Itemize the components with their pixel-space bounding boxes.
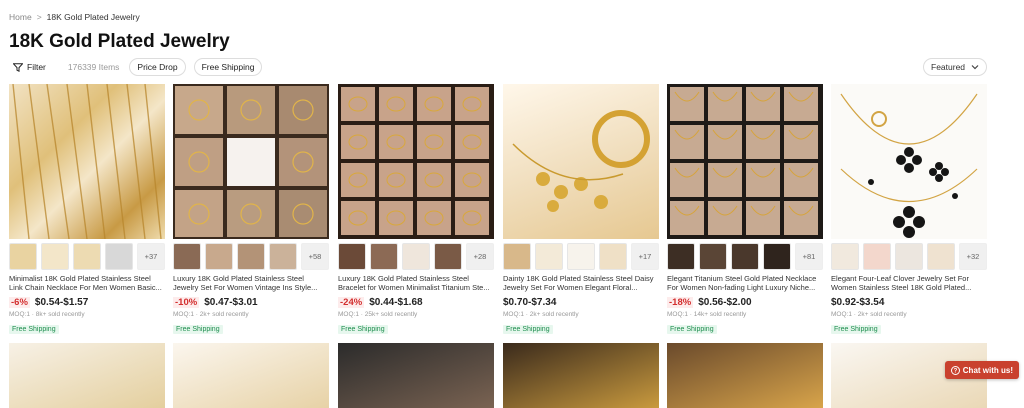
thumbnail[interactable]	[402, 243, 430, 270]
thumbnail[interactable]	[237, 243, 265, 270]
product-price: $0.54-$1.57	[34, 296, 89, 308]
breadcrumb: Home > 18K Gold Plated Jewelry	[9, 12, 140, 22]
product-price: $0.92-$3.54	[831, 296, 885, 308]
thumbnail[interactable]	[173, 243, 201, 270]
chevron-down-icon	[971, 65, 979, 70]
question-icon: ?	[950, 365, 960, 375]
breadcrumb-separator: >	[36, 12, 42, 22]
thumbnail[interactable]	[205, 243, 233, 270]
thumbnail[interactable]	[667, 243, 695, 270]
thumbnail[interactable]	[338, 243, 366, 270]
thumbnail[interactable]	[699, 243, 727, 270]
thumbnail[interactable]	[503, 243, 531, 270]
more-thumbnails[interactable]: +32	[959, 243, 987, 270]
product-title[interactable]: Luxury 18K Gold Plated Stainless Steel B…	[338, 274, 494, 292]
sort-label: Featured	[931, 62, 966, 72]
product-card[interactable]: +37 Minimalist 18K Gold Plated Stainless…	[9, 84, 165, 336]
thumbnail[interactable]	[927, 243, 955, 270]
thumbnail[interactable]	[763, 243, 791, 270]
breadcrumb-home[interactable]: Home	[9, 12, 32, 22]
product-card[interactable]	[667, 343, 823, 408]
product-price: $0.44-$1.68	[369, 296, 423, 308]
product-card[interactable]	[338, 343, 494, 408]
thumbnail[interactable]	[863, 243, 891, 270]
product-meta: MOQ:1 · 2k+ sold recently	[831, 311, 907, 318]
product-image[interactable]	[338, 84, 494, 239]
free-shipping-badge: Free Shipping	[173, 325, 223, 334]
product-meta: MOQ:1 · 25k+ sold recently	[338, 311, 418, 318]
product-image[interactable]	[667, 84, 823, 239]
filter-button[interactable]: Filter	[9, 58, 50, 76]
more-thumbnails[interactable]: +28	[466, 243, 494, 270]
thumbnail[interactable]	[434, 243, 462, 270]
product-price: $0.47-$3.01	[204, 296, 258, 308]
filter-bar: Filter 176339 Items Price Drop Free Ship…	[9, 58, 263, 76]
thumbnail[interactable]	[41, 243, 69, 270]
chat-button[interactable]: ? Chat with us!	[944, 361, 1019, 379]
thumbnail[interactable]	[9, 243, 37, 270]
product-card[interactable]: +32 Elegant Four-Leaf Clover Jewelry Set…	[831, 84, 987, 336]
more-thumbnails[interactable]: +81	[795, 243, 823, 270]
thumbnail[interactable]	[831, 243, 859, 270]
thumbnail[interactable]	[895, 243, 923, 270]
chat-label: Chat with us!	[962, 365, 1013, 375]
svg-text:?: ?	[953, 368, 957, 374]
free-shipping-badge: Free Shipping	[9, 325, 59, 334]
thumbnail[interactable]	[269, 243, 297, 270]
product-meta: MOQ:1 · 8k+ sold recently	[9, 311, 85, 318]
thumbnail[interactable]	[567, 243, 595, 270]
product-title[interactable]: Elegant Titanium Steel Gold Plated Neckl…	[667, 274, 823, 292]
thumbnail[interactable]	[370, 243, 398, 270]
product-card[interactable]: +58 Luxury 18K Gold Plated Stainless Ste…	[173, 84, 329, 336]
product-title[interactable]: Minimalist 18K Gold Plated Stainless Ste…	[9, 274, 165, 292]
product-title[interactable]: Elegant Four-Leaf Clover Jewelry Set For…	[831, 274, 987, 292]
breadcrumb-current: 18K Gold Plated Jewelry	[46, 12, 140, 22]
discount-badge: -6%	[9, 296, 30, 308]
chip-price-drop[interactable]: Price Drop	[129, 58, 186, 76]
free-shipping-badge: Free Shipping	[338, 325, 388, 334]
more-thumbnails[interactable]: +58	[301, 243, 329, 270]
product-title[interactable]: Luxury 18K Gold Plated Stainless Steel J…	[173, 274, 329, 292]
product-meta: MOQ:1 · 2k+ sold recently	[503, 311, 579, 318]
filter-label: Filter	[27, 62, 46, 72]
items-count: 176339 Items	[67, 62, 120, 72]
more-thumbnails[interactable]: +17	[631, 243, 659, 270]
product-price: $0.70-$7.34	[503, 296, 557, 308]
product-title[interactable]: Dainty 18K Gold Plated Stainless Steel D…	[503, 274, 659, 292]
thumbnail[interactable]	[599, 243, 627, 270]
product-image[interactable]	[9, 84, 165, 239]
sort-dropdown[interactable]: Featured	[923, 58, 987, 76]
more-thumbnails[interactable]: +37	[137, 243, 165, 270]
product-card[interactable]: +81 Elegant Titanium Steel Gold Plated N…	[667, 84, 823, 336]
free-shipping-badge: Free Shipping	[831, 325, 881, 334]
page-title: 18K Gold Plated Jewelry	[9, 31, 230, 52]
product-card[interactable]	[9, 343, 165, 408]
thumbnail[interactable]	[73, 243, 101, 270]
discount-badge: -10%	[173, 296, 200, 308]
filter-icon	[13, 62, 23, 72]
discount-badge: -24%	[338, 296, 365, 308]
product-meta: MOQ:1 · 14k+ sold recently	[667, 311, 747, 318]
product-image[interactable]	[503, 84, 659, 239]
product-card[interactable]	[173, 343, 329, 408]
thumbnail[interactable]	[731, 243, 759, 270]
free-shipping-badge: Free Shipping	[503, 325, 553, 334]
product-card[interactable]	[503, 343, 659, 408]
product-image[interactable]	[831, 84, 987, 239]
discount-badge: -18%	[667, 296, 694, 308]
product-image[interactable]	[173, 84, 329, 239]
product-card[interactable]: +17 Dainty 18K Gold Plated Stainless Ste…	[503, 84, 659, 336]
product-meta: MOQ:1 · 2k+ sold recently	[173, 311, 249, 318]
product-card[interactable]: +28 Luxury 18K Gold Plated Stainless Ste…	[338, 84, 494, 336]
product-price: $0.56-$2.00	[698, 296, 752, 308]
thumbnail[interactable]	[535, 243, 563, 270]
thumbnail[interactable]	[105, 243, 133, 270]
chip-free-shipping[interactable]: Free Shipping	[193, 58, 263, 76]
free-shipping-badge: Free Shipping	[667, 325, 717, 334]
